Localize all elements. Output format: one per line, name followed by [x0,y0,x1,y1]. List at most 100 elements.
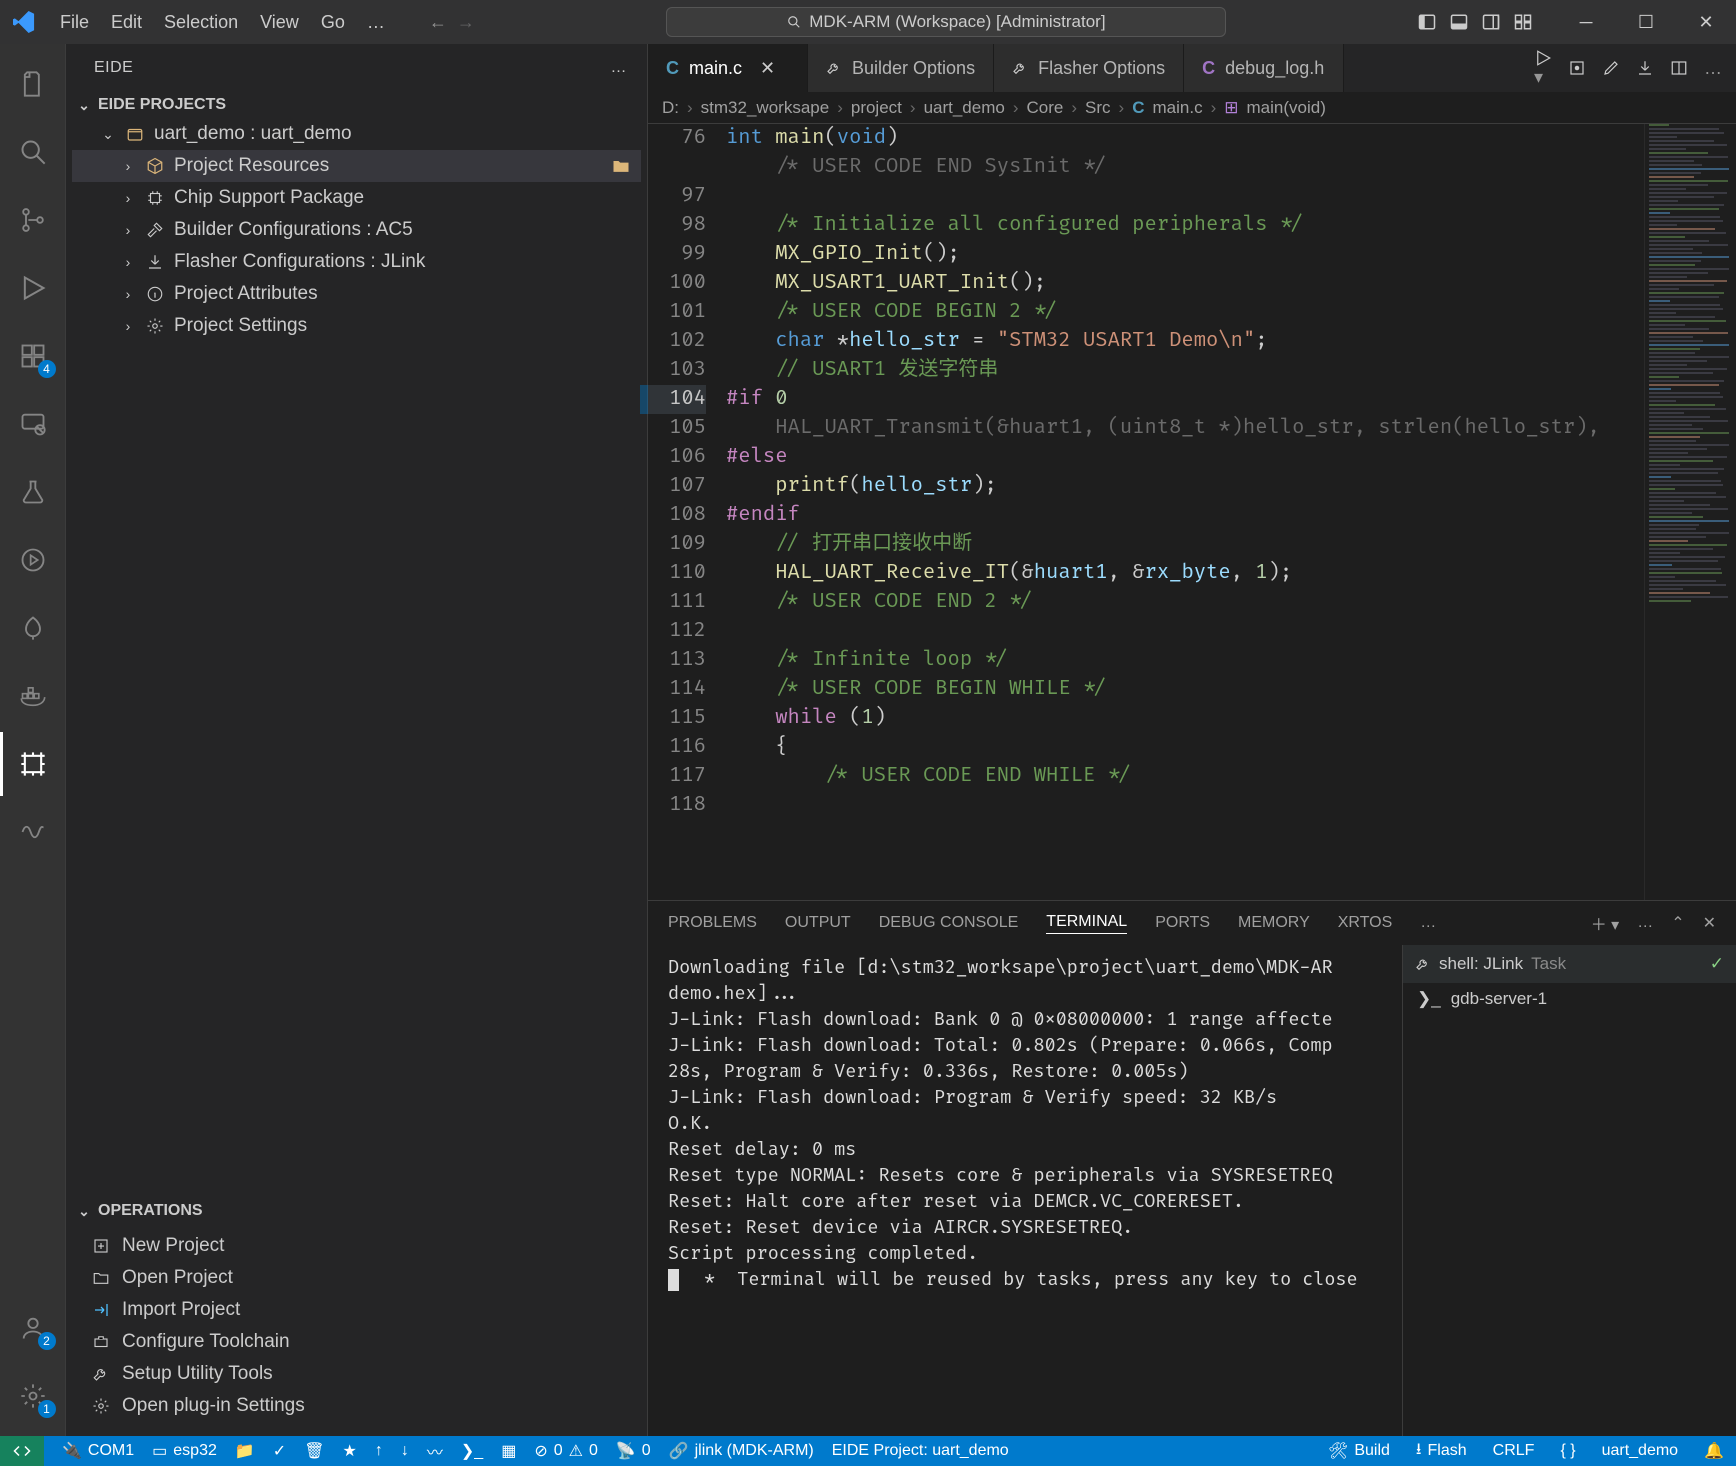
status-eol[interactable]: CRLF [1493,1442,1535,1460]
menu-go[interactable]: Go [311,8,355,37]
paint-icon[interactable] [1602,59,1620,77]
activity-accounts-icon[interactable]: 2 [0,1296,66,1360]
activity-remote-icon[interactable] [0,392,66,456]
status-flash[interactable]: ⭳Flash [1416,1438,1467,1465]
layout-right-icon[interactable] [1482,13,1500,31]
status-down-icon[interactable]: ↓ [401,1442,409,1460]
status-trash-icon[interactable]: 🗑 [304,1441,324,1461]
debug-file-icon[interactable] [1568,59,1586,77]
tree-item-attributes[interactable]: › Project Attributes [72,278,641,310]
panel-tab-ports[interactable]: PORTS [1155,914,1210,932]
panel-close-icon[interactable]: ✕ [1703,913,1716,933]
crumb[interactable]: Core [1027,98,1064,118]
status-term-icon[interactable]: ❯_ [461,1441,483,1461]
crumb[interactable]: Src [1085,98,1111,118]
tree-item-flasher-config[interactable]: › Flasher Configurations : JLink [72,246,641,278]
tab-main-c[interactable]: C main.c ✕ [648,44,808,92]
op-configure-toolchain[interactable]: Configure Toolchain [74,1326,639,1358]
status-errors[interactable]: ⊘0 ⚠0 [534,1441,598,1461]
crumb[interactable]: main.c [1153,98,1203,118]
remote-indicator[interactable] [0,1436,44,1466]
nav-forward-icon[interactable]: → [457,12,475,33]
section-operations[interactable]: ⌄ OPERATIONS [66,1198,647,1224]
tab-debug-log-h[interactable]: C debug_log.h [1184,44,1344,92]
panel-maximize-icon[interactable]: ⌃ [1671,913,1684,933]
new-terminal-icon[interactable]: ＋ ▾ [1591,911,1619,935]
op-open-project[interactable]: Open Project [74,1262,639,1294]
project-root[interactable]: ⌄ uart_demo : uart_demo [72,118,641,150]
section-eide-projects[interactable]: ⌄ EIDE PROJECTS [66,92,647,118]
layout-bottom-icon[interactable] [1450,13,1468,31]
split-editor-icon[interactable] [1670,59,1688,77]
status-project[interactable]: EIDE Project: uart_demo [832,1442,1009,1460]
side-more-icon[interactable]: … [611,59,628,77]
tree-item-project-resources[interactable]: › Project Resources [72,150,641,182]
command-center[interactable]: MDK-ARM (Workspace) [Administrator] [666,7,1226,37]
menu-selection[interactable]: Selection [154,8,248,37]
panel-tab-xrtos[interactable]: XRTOS [1338,914,1393,932]
activity-tree-icon[interactable] [0,596,66,660]
crumb[interactable]: stm32_worksape [701,98,830,118]
activity-wave-icon[interactable] [0,800,66,864]
tree-item-settings[interactable]: › Project Settings [72,310,641,342]
menu-more[interactable]: … [357,8,395,37]
menu-edit[interactable]: Edit [101,8,152,37]
status-jlink[interactable]: 🔗jlink (MDK-ARM) [669,1441,814,1461]
minimap[interactable] [1644,124,1736,900]
activity-extensions-icon[interactable]: 4 [0,324,66,388]
download-icon[interactable] [1636,59,1654,77]
status-lang[interactable]: { } [1560,1442,1575,1460]
status-wave-icon[interactable]: 〰 [427,1439,443,1463]
run-file-icon[interactable]: ▾ [1534,49,1552,88]
status-grid-icon[interactable]: ▦ [501,1441,516,1461]
status-up-icon[interactable]: ↑ [375,1442,383,1460]
crumb[interactable]: main(void) [1247,98,1326,118]
code-area[interactable]: int main(void) /* USER CODE END SysInit … [722,124,1644,900]
tree-item-chip-support[interactable]: › Chip Support Package [72,182,641,214]
more-icon[interactable]: … [1704,58,1722,79]
status-board[interactable]: ▭esp32 [152,1441,217,1461]
crumb[interactable]: project [851,98,902,118]
status-radio[interactable]: 📡0 [616,1441,651,1461]
op-import-project[interactable]: Import Project [74,1294,639,1326]
panel-tab-problems[interactable]: PROBLEMS [668,914,757,932]
tab-flasher-options[interactable]: Flasher Options [994,44,1184,92]
activity-search-icon[interactable] [0,120,66,184]
status-com[interactable]: 🔌COM1 [62,1441,134,1461]
status-bell-icon[interactable]: 🔔 [1704,1441,1724,1461]
window-close-icon[interactable]: ✕ [1676,0,1736,44]
activity-debug-icon[interactable] [0,256,66,320]
status-folder-icon[interactable]: 📁 [235,1441,255,1461]
menu-file[interactable]: File [50,8,99,37]
status-build[interactable]: 🛠Build [1328,1441,1390,1461]
activity-docker-icon[interactable] [0,664,66,728]
menu-view[interactable]: View [250,8,309,37]
window-minimize-icon[interactable]: ─ [1556,0,1616,44]
activity-flask-icon[interactable] [0,460,66,524]
terminal-task-group[interactable]: shell: JLink Task ✓ [1403,945,1736,983]
panel-tab-terminal[interactable]: TERMINAL [1046,913,1127,934]
panel-tab-output[interactable]: OUTPUT [785,914,851,932]
layout-left-icon[interactable] [1418,13,1436,31]
panel-tab-memory[interactable]: MEMORY [1238,914,1310,932]
activity-settings-icon[interactable]: 1 [0,1364,66,1428]
activity-git-icon[interactable] [0,188,66,252]
nav-back-icon[interactable]: ← [429,12,447,33]
status-star-icon[interactable]: ★ [343,1441,357,1461]
terminal[interactable]: Downloading file [d:\stm32_worksape\proj… [648,945,1402,1436]
status-check-icon[interactable]: ✓ [273,1441,286,1461]
window-maximize-icon[interactable]: ☐ [1616,0,1676,44]
activity-eide-icon[interactable] [0,732,66,796]
activity-platformio-icon[interactable] [0,528,66,592]
folder-icon[interactable] [611,156,631,176]
crumb[interactable]: D: [662,98,679,118]
status-target[interactable]: uart_demo [1602,1442,1679,1460]
panel-tab-debug-console[interactable]: DEBUG CONSOLE [879,914,1019,932]
crumb[interactable]: uart_demo [924,98,1005,118]
terminal-task[interactable]: ❯_ gdb-server-1 [1403,983,1736,1015]
layout-custom-icon[interactable] [1514,13,1532,31]
tree-item-builder-config[interactable]: › Builder Configurations : AC5 [72,214,641,246]
op-setup-tools[interactable]: Setup Utility Tools [74,1358,639,1390]
op-new-project[interactable]: New Project [74,1230,639,1262]
op-plugin-settings[interactable]: Open plug-in Settings [74,1390,639,1422]
